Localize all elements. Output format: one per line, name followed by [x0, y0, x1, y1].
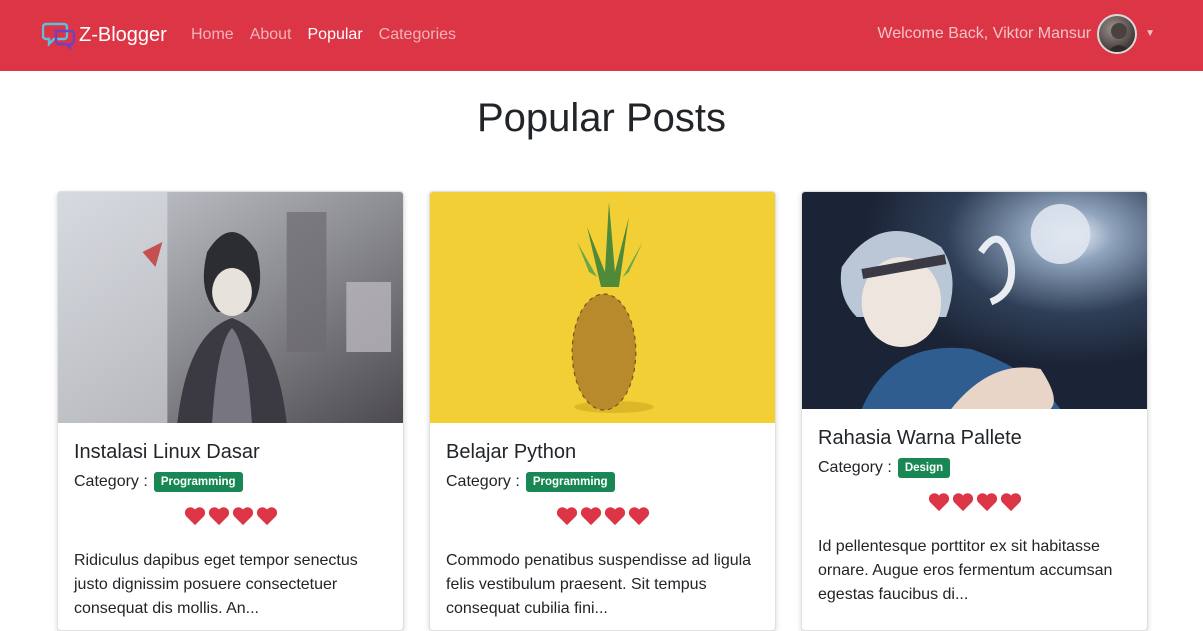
heart-icon — [256, 507, 277, 526]
chat-bubbles-icon — [42, 22, 76, 50]
brand-link[interactable]: Z-Blogger — [42, 20, 167, 50]
heart-icon — [580, 507, 601, 526]
heart-icon — [928, 493, 949, 512]
nav-link-categories[interactable]: Categories — [379, 26, 456, 44]
post-card[interactable]: Instalasi Linux Dasar Category : Program… — [57, 191, 404, 631]
post-card[interactable]: Rahasia Warna Pallete Category : Design … — [801, 191, 1148, 631]
post-excerpt: Commodo penatibus suspendisse ad ligula … — [446, 552, 752, 617]
brand-name: Z-Blogger — [79, 23, 167, 46]
card-body: Instalasi Linux Dasar Category : Program… — [58, 423, 403, 630]
anime-moon-image — [802, 192, 1147, 409]
category-row: Category : Programming — [74, 472, 387, 492]
category-row: Category : Programming — [446, 472, 759, 492]
user-silhouette-icon — [1108, 23, 1131, 52]
chevron-down-icon[interactable]: ▼ — [1145, 28, 1155, 39]
card-body: Belajar Python Category : Programming Co… — [430, 423, 775, 630]
heart-icon — [1000, 493, 1021, 512]
category-badge[interactable]: Programming — [153, 472, 243, 492]
user-menu[interactable]: Welcome Back, Viktor Mansur ▼ — [877, 14, 1155, 54]
anime-character-image — [58, 192, 403, 423]
nav-link-popular[interactable]: Popular — [308, 26, 363, 44]
card-body: Rahasia Warna Pallete Category : Design … — [802, 409, 1147, 623]
post-excerpt: Ridiculus dapibus eget tempor senectus j… — [74, 552, 358, 617]
category-badge[interactable]: Programming — [525, 472, 615, 492]
category-label: Category : — [74, 473, 148, 490]
heart-icon — [604, 507, 625, 526]
rating-hearts — [446, 506, 759, 531]
category-row: Category : Design — [818, 458, 1131, 478]
nav-links: Home About Popular Categories — [191, 26, 472, 44]
post-card[interactable]: Belajar Python Category : Programming Co… — [429, 191, 776, 631]
heart-icon — [628, 507, 649, 526]
pineapple-image — [430, 192, 775, 423]
page-title: Popular Posts — [476, 96, 727, 140]
category-label: Category : — [818, 459, 892, 476]
post-excerpt: Id pellentesque porttitor ex sit habitas… — [818, 538, 1113, 603]
navbar: Z-Blogger Home About Popular Categories … — [0, 0, 1203, 71]
heart-icon — [976, 493, 997, 512]
heart-icon — [184, 507, 205, 526]
post-title[interactable]: Belajar Python — [446, 441, 759, 464]
nav-link-about[interactable]: About — [250, 26, 292, 44]
avatar[interactable] — [1097, 14, 1138, 54]
category-badge[interactable]: Design — [897, 458, 951, 478]
nav-link-home[interactable]: Home — [191, 26, 234, 44]
post-title[interactable]: Instalasi Linux Dasar — [74, 441, 387, 464]
heart-icon — [208, 507, 229, 526]
category-label: Category : — [446, 473, 520, 490]
heart-icon — [952, 493, 973, 512]
rating-hearts — [74, 506, 387, 531]
rating-hearts — [818, 492, 1131, 517]
heart-icon — [556, 507, 577, 526]
heart-icon — [232, 507, 253, 526]
welcome-text: Welcome Back, Viktor Mansur — [877, 25, 1092, 42]
post-title[interactable]: Rahasia Warna Pallete — [818, 427, 1131, 450]
